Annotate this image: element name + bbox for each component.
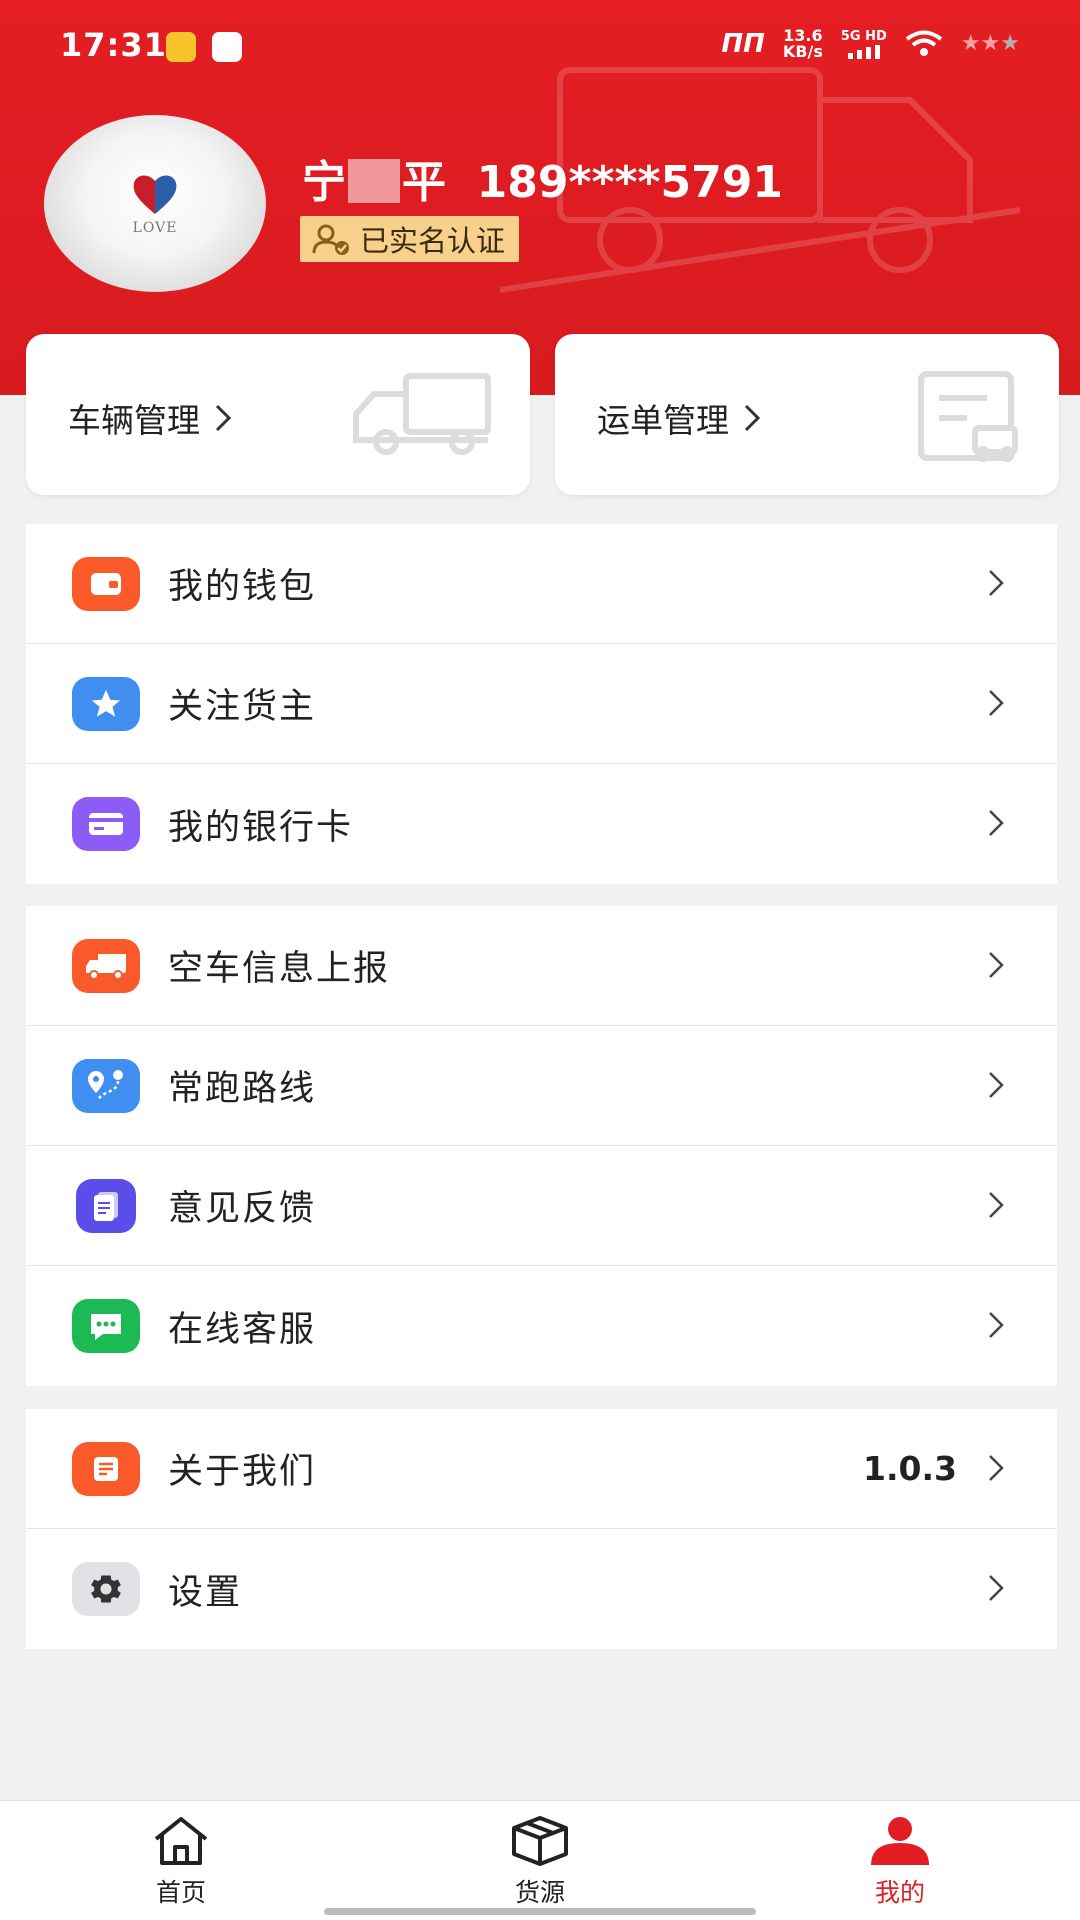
menu-item-bank-card[interactable]: 我的银行卡	[26, 764, 1057, 884]
verified-badge: 已实名认证	[300, 216, 520, 262]
chevron-right-icon	[744, 404, 761, 432]
vehicle-management-label: 车辆管理	[68, 394, 232, 442]
net-speed: 13.6 KB/s	[783, 28, 823, 60]
menu-item-online-support[interactable]: 在线客服	[26, 1266, 1057, 1386]
menu-item-feedback[interactable]: 意见反馈	[26, 1146, 1057, 1266]
menu-label: 在线客服	[168, 1309, 317, 1350]
chevron-right-icon	[989, 690, 1004, 716]
user-icon	[871, 1817, 929, 1865]
verified-user-icon	[312, 224, 349, 255]
waybill-decoration-icon	[918, 371, 1018, 462]
menu-label: 我的银行卡	[168, 807, 354, 848]
vehicle-management-text: 车辆管理	[68, 401, 200, 440]
waybill-management-text: 运单管理	[597, 401, 729, 440]
chat-icon	[72, 1299, 140, 1353]
box-icon	[512, 1816, 568, 1866]
message-notification-icon	[212, 32, 242, 62]
home-icon	[154, 1817, 208, 1865]
menu-label: 设置	[168, 1572, 243, 1613]
vehicle-management-card[interactable]: 车辆管理	[26, 334, 530, 495]
wifi-icon	[905, 30, 943, 56]
chevron-right-icon	[989, 1455, 1004, 1481]
menu-label: 关注货主	[168, 687, 317, 727]
bottom-tab-bar: 首页 货源 我的	[0, 1800, 1080, 1920]
menu-group-services: 空车信息上报 常跑路线 意见反馈 在线客服	[26, 906, 1057, 1386]
verified-label: 已实名认证	[360, 224, 506, 258]
tab-label: 货源	[514, 1878, 565, 1907]
menu-label: 空车信息上报	[168, 949, 391, 989]
menu-label: 我的钱包	[168, 567, 317, 607]
about-icon	[72, 1442, 140, 1496]
avatar[interactable]: LOVE	[44, 115, 266, 292]
menu-group-account: 我的钱包 关注货主 我的银行卡	[26, 524, 1057, 884]
waybill-management-card[interactable]: 运单管理	[555, 334, 1059, 495]
signal-icon: 5G HD	[841, 29, 887, 59]
menu-label: 关于我们	[168, 1452, 317, 1492]
status-time: 17:31	[60, 26, 167, 64]
chevron-right-icon	[215, 404, 232, 432]
chevron-right-icon	[989, 1575, 1004, 1601]
chevron-right-icon	[989, 810, 1004, 836]
avatar-caption: LOVE	[132, 219, 178, 236]
tab-label: 我的	[874, 1878, 925, 1907]
tab-home[interactable]: 首页	[121, 1815, 241, 1909]
chevron-right-icon	[989, 1072, 1004, 1098]
rating-stars-icon: ★★★	[960, 31, 1020, 56]
menu-item-empty-truck-report[interactable]: 空车信息上报	[26, 906, 1057, 1026]
chevron-right-icon	[989, 1312, 1004, 1338]
truck-decoration-icon	[353, 373, 491, 455]
heart-logo-icon	[133, 174, 177, 214]
menu-label: 常跑路线	[168, 1069, 317, 1109]
app-version: 1.0.3	[863, 1449, 957, 1488]
signal-label: 5G HD	[840, 29, 887, 44]
tab-mine[interactable]: 我的	[840, 1815, 960, 1909]
home-indicator[interactable]	[324, 1908, 756, 1915]
wallet-icon	[72, 557, 140, 611]
nfc-icon: ΠΠ	[721, 29, 765, 59]
user-name-first: 宁	[302, 157, 346, 208]
menu-group-about: 关于我们 1.0.3 设置	[26, 1409, 1057, 1649]
menu-label: 意见反馈	[168, 1189, 317, 1229]
menu-item-settings[interactable]: 设置	[26, 1529, 1057, 1649]
waybill-management-label: 运单管理	[597, 394, 761, 442]
profile-page: 17:31 ΠΠ 13.6 KB/s 5G HD ★★★ LOVE 宁 平 18…	[0, 0, 1080, 1920]
feedback-icon	[76, 1179, 136, 1233]
menu-item-about-us[interactable]: 关于我们 1.0.3	[26, 1409, 1057, 1529]
status-bar: 17:31 ΠΠ 13.6 KB/s 5G HD ★★★	[0, 0, 1080, 92]
menu-item-frequent-routes[interactable]: 常跑路线	[26, 1026, 1057, 1146]
menu-item-wallet[interactable]: 我的钱包	[26, 524, 1057, 644]
user-name-phone: 宁 平 189****5791	[302, 146, 783, 210]
user-phone: 189****5791	[476, 157, 783, 208]
app-notification-icon	[166, 32, 196, 62]
user-name-last: 平	[402, 157, 446, 208]
chevron-right-icon	[989, 1192, 1004, 1218]
star-icon	[72, 677, 140, 731]
net-speed-unit: KB/s	[782, 42, 823, 61]
chevron-right-icon	[989, 570, 1004, 596]
menu-item-followed-shippers[interactable]: 关注货主	[26, 644, 1057, 764]
truck-icon	[72, 939, 140, 993]
status-right: ΠΠ 13.6 KB/s 5G HD ★★★	[721, 28, 1020, 60]
gear-icon	[72, 1562, 140, 1616]
chevron-right-icon	[989, 952, 1004, 978]
name-mask	[348, 159, 400, 203]
bank-card-icon	[72, 797, 140, 851]
tab-label: 首页	[155, 1878, 206, 1907]
route-icon	[72, 1059, 140, 1113]
tab-cargo-source[interactable]: 货源	[480, 1815, 600, 1909]
